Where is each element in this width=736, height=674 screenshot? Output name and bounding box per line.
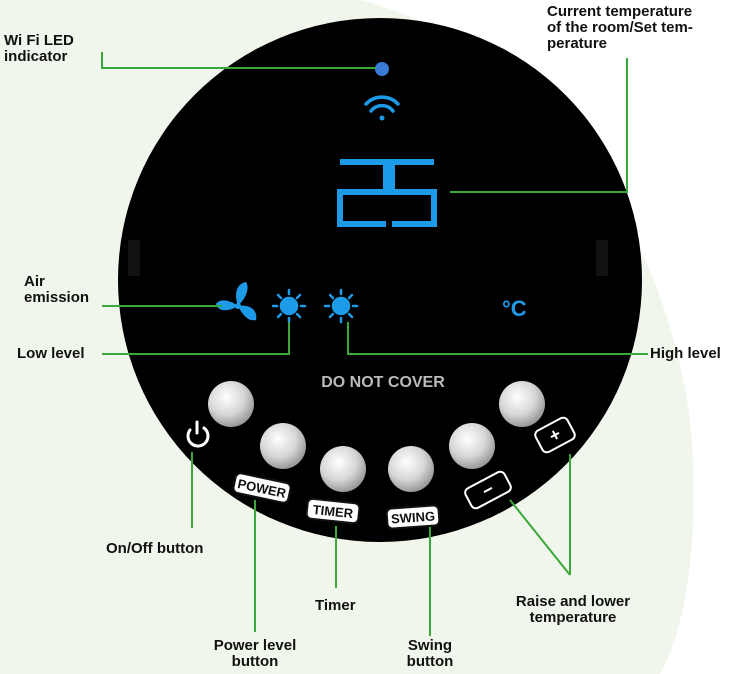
panel-notch-left [128, 240, 140, 276]
callout-raise-lower: Raise and lower temperature [515, 593, 631, 626]
callout-power-level: Power level button [213, 637, 297, 670]
callout-air-emission: Air emission [24, 273, 90, 306]
timer-label-box: TIMER [305, 497, 361, 525]
swing-label-box: SWING [385, 504, 441, 530]
timer-button[interactable] [320, 446, 366, 492]
callout-high-level: High level [650, 345, 721, 362]
sun-icon-low [271, 288, 307, 324]
panel-notch-right [596, 240, 608, 276]
unit-label: °C [502, 296, 527, 321]
warning-text: DO NOT COVER [321, 374, 445, 391]
callout-swing: Swing button [406, 637, 454, 670]
raise-temperature-button[interactable] [499, 381, 545, 427]
lower-temperature-button[interactable] [449, 423, 495, 469]
callout-on-off: On/Off button [106, 540, 204, 557]
wifi-led-dot [375, 62, 389, 76]
callout-low-level: Low level [17, 345, 85, 362]
sun-icon-high [323, 288, 359, 324]
on-off-button[interactable] [208, 381, 254, 427]
callout-current-temperature: Current temperature of the room/Set tem-… [547, 3, 693, 52]
callout-wifi-led: Wi Fi LED indicator [4, 32, 74, 65]
device-diagram: °C DO NOT COVER POWER TIMER SWING − + [0, 0, 694, 674]
callout-timer: Timer [315, 597, 356, 614]
svg-text:SWING: SWING [391, 508, 436, 526]
power-level-button[interactable] [260, 423, 306, 469]
swing-button[interactable] [388, 446, 434, 492]
